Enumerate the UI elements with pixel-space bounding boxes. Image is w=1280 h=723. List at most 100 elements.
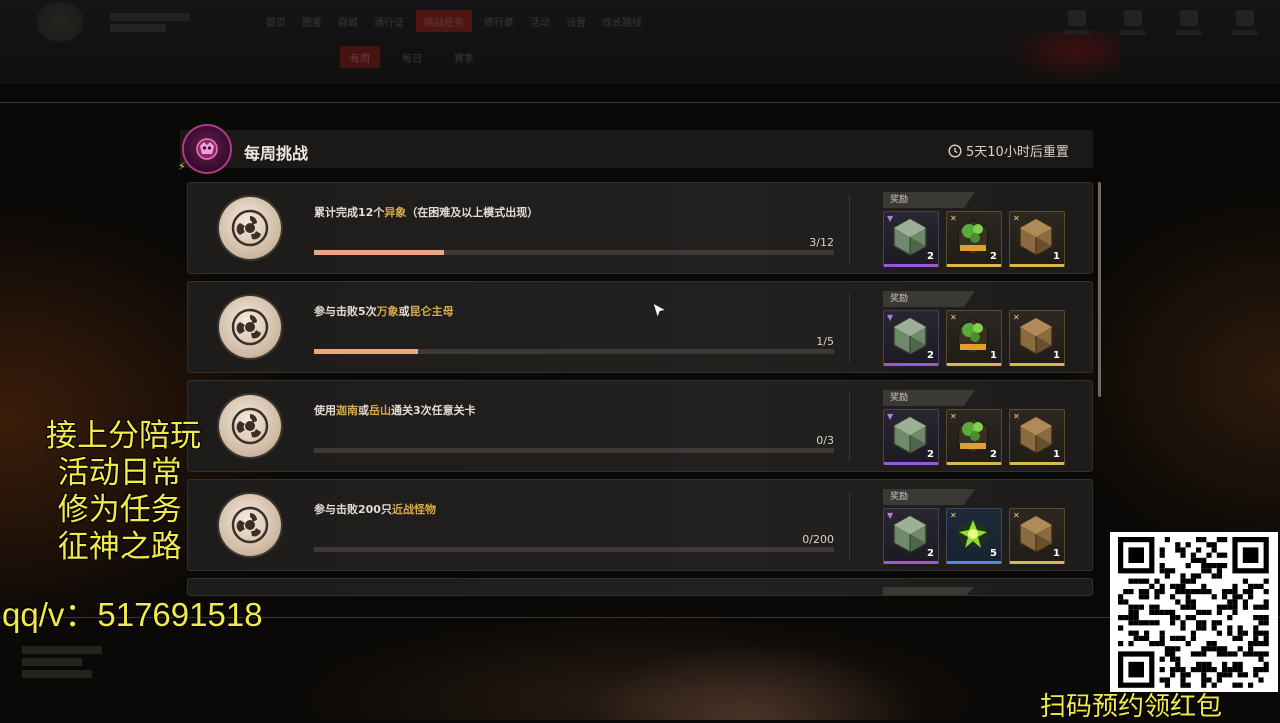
progress-bar [314, 349, 834, 354]
task-description: 使用迦南或岳山通关3次任意关卡 [314, 402, 476, 418]
reward-item[interactable]: ▼ 2 [883, 211, 939, 267]
rarity-marker-icon: ▼ [887, 511, 894, 520]
promo-line: 征神之路 [38, 529, 182, 565]
green-ore-icon [957, 318, 989, 355]
rarity-marker-icon: ▼ [887, 214, 894, 223]
green-ore-icon [957, 417, 989, 454]
task-text-part: 参与击败200只 [314, 503, 392, 516]
background-character [300, 600, 1080, 720]
weekly-challenge-emblem-icon [182, 124, 232, 174]
task-emblem-icon [219, 197, 281, 259]
reward-item[interactable]: ▼ 2 [883, 310, 939, 366]
top-bar: 首页 图鉴 商城 通行证 挑战任务 修行录 活动 设置 成长路线 每周 每日 赛季 [0, 0, 1280, 84]
dim-overlay [0, 0, 1280, 84]
reward-item[interactable]: ✕ 1 [1009, 211, 1065, 267]
promo-line: 修为任务 [38, 492, 182, 528]
reward-quantity: 1 [1053, 251, 1060, 262]
bolt-icon: ⚡ [178, 160, 186, 173]
task-row: 参与击败200只近战怪物 0/200 奖励 ▼ 2 ✕ 5 ✕ 1 [187, 479, 1093, 571]
reward-item[interactable]: ✕ 5 [946, 508, 1002, 564]
task-row: 参与击败5次万象或昆仑主母 1/5 奖励 ▼ 2 ✕ 1 ✕ 1 [187, 281, 1093, 373]
progress-count: 3/12 [809, 236, 834, 249]
bronze-gem-icon [1019, 317, 1053, 355]
task-row: 使用迦南或岳山通关3次任意关卡 0/3 奖励 ▼ 2 ✕ 2 ✕ 1 [187, 380, 1093, 472]
clock-icon [948, 143, 962, 158]
panel-title: 每周挑战 [244, 144, 309, 163]
reset-timer: 5天10小时后重置 [948, 141, 1069, 160]
task-emblem-icon [219, 494, 281, 556]
task-text-part: 累计完成12个 [314, 206, 385, 219]
qr-caption: 扫码预约领红包 [1040, 692, 1223, 722]
progress-bar [314, 448, 834, 453]
task-emblem-icon [219, 296, 281, 358]
task-text-part: 或 [398, 305, 410, 318]
reward-quantity: 1 [1053, 548, 1060, 559]
minimap-panel [22, 642, 112, 690]
reset-text: 5天10小时后重置 [966, 145, 1069, 160]
reward-item[interactable]: ✕ 1 [1009, 310, 1065, 366]
reward-quantity: 2 [927, 548, 934, 559]
progress-count: 1/5 [816, 335, 834, 348]
reward-quantity: 1 [1053, 449, 1060, 460]
bronze-gem-icon [1019, 515, 1053, 553]
reward-tag [883, 587, 975, 595]
jade-gem-icon [893, 515, 927, 553]
progress-fill [314, 250, 444, 255]
reward-quantity: 2 [927, 449, 934, 460]
reward-item[interactable]: ✕ 1 [1009, 409, 1065, 465]
reward-quantity: 2 [990, 251, 997, 262]
reward-item[interactable]: ✕ 2 [946, 211, 1002, 267]
row-divider [849, 294, 850, 362]
top-divider [0, 102, 1280, 103]
progress-fill [314, 349, 418, 354]
rarity-marker-icon: ✕ [1013, 412, 1020, 421]
progress-count: 0/200 [802, 533, 834, 546]
promo-line: 接上分陪玩 [46, 418, 201, 454]
reward-item[interactable]: ✕ 2 [946, 409, 1002, 465]
task-description: 参与击败5次万象或昆仑主母 [314, 303, 454, 319]
task-text-part: 使用 [314, 404, 336, 417]
reward-tag: 奖励 [883, 192, 975, 208]
task-row-partial [187, 578, 1093, 596]
progress-bar [314, 250, 834, 255]
promo-line: 活动日常 [38, 455, 182, 491]
reward-quantity: 1 [990, 350, 997, 361]
task-text-part: 或 [358, 404, 369, 417]
reward-quantity: 2 [990, 449, 997, 460]
jade-gem-icon [893, 317, 927, 355]
reward-item[interactable]: ▼ 2 [883, 409, 939, 465]
progress-bar [314, 547, 834, 552]
task-text-part: 通关3次任意关卡 [391, 404, 476, 417]
row-divider [849, 393, 850, 461]
reward-item[interactable]: ✕ 1 [946, 310, 1002, 366]
task-text-part: 参与击败5次 [314, 305, 377, 318]
jade-gem-icon [893, 416, 927, 454]
task-keyword: 万象 [376, 305, 399, 318]
mouse-cursor-icon [652, 302, 668, 320]
contact-text: qq/v：517691518 [2, 596, 263, 633]
bronze-gem-icon [1019, 218, 1053, 256]
scrollbar[interactable] [1098, 182, 1101, 397]
task-keyword: 昆仑主母 [409, 305, 454, 318]
task-description: 累计完成12个异象（在困难及以上模式出现） [314, 204, 538, 220]
rarity-marker-icon: ✕ [1013, 214, 1020, 223]
rarity-marker-icon: ✕ [950, 313, 957, 322]
jade-gem-icon [893, 218, 927, 256]
task-row: 累计完成12个异象（在困难及以上模式出现） 3/12 奖励 ▼ 2 ✕ 2 ✕ 1 [187, 182, 1093, 274]
reward-quantity: 1 [1053, 350, 1060, 361]
reward-item[interactable]: ▼ 2 [883, 508, 939, 564]
reward-quantity: 2 [927, 350, 934, 361]
green-energy-icon [958, 520, 988, 548]
task-emblem-icon [219, 395, 281, 457]
task-keyword: 岳山 [369, 404, 391, 417]
reward-item[interactable]: ✕ 1 [1009, 508, 1065, 564]
rarity-marker-icon: ✕ [950, 511, 957, 520]
row-divider [849, 195, 850, 263]
promo-text: 接上分陪玩 活动日常 修为任务 征神之路 [0, 418, 201, 566]
qr-code-icon [1110, 532, 1278, 692]
task-keyword: 异象 [384, 206, 407, 219]
task-description: 参与击败200只近战怪物 [314, 501, 436, 517]
reward-tag: 奖励 [883, 390, 975, 406]
rarity-marker-icon: ✕ [950, 214, 957, 223]
rarity-marker-icon: ▼ [887, 313, 894, 322]
